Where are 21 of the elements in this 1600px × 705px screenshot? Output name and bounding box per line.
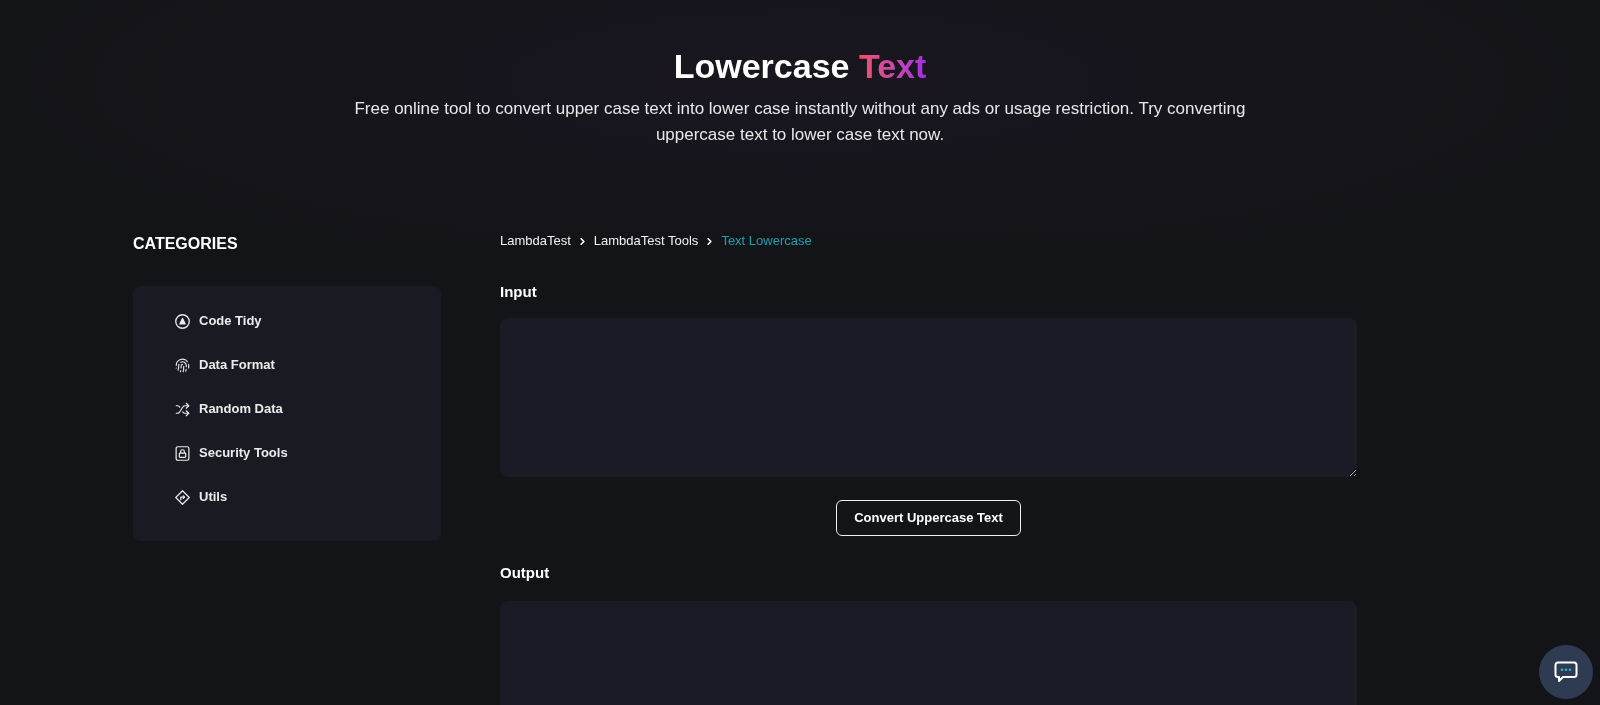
input-field[interactable]	[500, 318, 1357, 477]
page-title: Lowercase Text	[673, 46, 927, 87]
sidebar-item[interactable]: Utils	[175, 475, 228, 519]
chat-button[interactable]	[1539, 645, 1593, 699]
shuffle-icon	[175, 401, 190, 417]
sidebar-item[interactable]: Data Format	[175, 343, 275, 387]
chat-bubble-icon	[1554, 661, 1578, 683]
sidebar-item[interactable]: Random Data	[175, 387, 283, 431]
breadcrumb-link[interactable]: LambdaTest	[500, 233, 571, 249]
sidebar-item[interactable]: Code Tidy	[175, 299, 262, 343]
fingerprint-icon	[175, 357, 190, 373]
sidebar-item[interactable]: Security Tools	[175, 431, 288, 475]
categories-heading: CATEGORIES	[133, 234, 239, 254]
input-label: Input	[500, 282, 537, 302]
diamond-arrow-icon	[175, 489, 190, 505]
page-description: Free online tool to convert upper case text into lower case instantly without any ads or usage restriction. Try converting uppercase text to lower case text now.	[353, 98, 1247, 146]
output-label: Output	[500, 563, 550, 583]
breadcrumb-link[interactable]: Text Lowercase	[721, 233, 812, 249]
padlock-icon	[175, 445, 190, 461]
convert-button[interactable]: Convert Uppercase Text	[836, 500, 1021, 536]
breadcrumb-link[interactable]: LambdaTest Tools	[593, 233, 699, 249]
